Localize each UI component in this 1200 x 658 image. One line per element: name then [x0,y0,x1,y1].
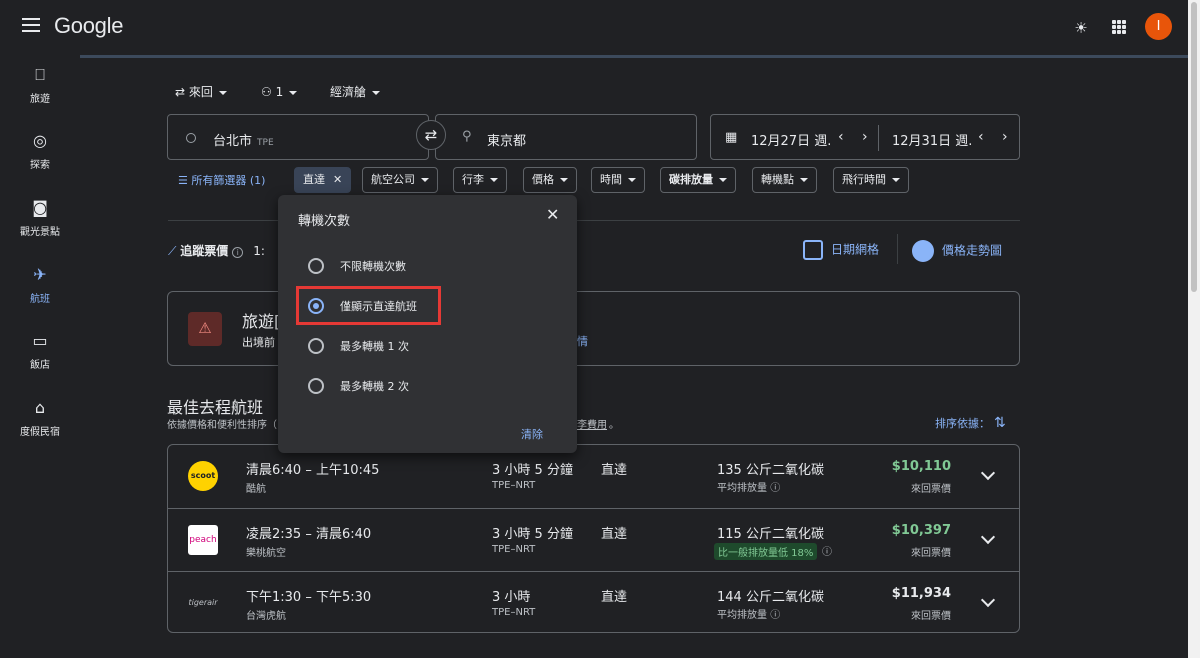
expand-chevron-icon[interactable] [980,592,996,608]
chip-duration[interactable]: 飛行時間 [833,167,909,193]
info-icon[interactable]: ⓘ [822,543,832,558]
sidebar-item-flights[interactable]: ✈ 航班 [0,265,80,306]
origin-circle-icon [186,133,196,143]
origin-field[interactable]: 台北市 TPE [167,114,429,160]
chip-bags[interactable]: 行李 [453,167,507,193]
trip-type-select[interactable]: ⇄ 來回 [175,84,227,100]
radio-button[interactable] [308,378,324,394]
caret-down-icon [372,90,381,95]
stops-popup: 轉機次數 ✕ 不限轉機次數 僅顯示直達航班 最多轉機 1 次 最多轉機 2 次 … [278,195,577,453]
section-title: 最佳去程航班 [167,398,264,417]
chip-price[interactable]: 價格 [523,167,577,193]
radio-button[interactable] [308,338,324,354]
flight-row[interactable]: tigerair 下午1:30 – 下午5:30 台灣虎航 3 小時 TPE–N… [168,571,1019,632]
sort-button[interactable]: 排序依據： ⇅ [935,415,1006,431]
baggage-fee-link[interactable]: 李費用。 [577,416,619,431]
depart-date[interactable]: 12月27日 週. [751,130,831,149]
caret-down-icon [490,178,498,182]
calendar-grid-icon [803,240,823,260]
home-icon: ⌂ [34,398,46,417]
price-graph-icon [912,240,934,262]
chip-connecting-airports[interactable]: 轉機點 [752,167,817,193]
caret-down-icon [719,178,727,182]
sort-icon: ⇅ [994,415,1006,431]
theme-icon[interactable]: ☀ [1072,19,1090,37]
prev-depart-icon[interactable]: ‹ [838,129,844,145]
expand-chevron-icon[interactable] [980,465,996,481]
notice-details-link[interactable]: 情 [577,333,588,349]
chip-stops[interactable]: 直達 ✕ [294,167,352,193]
swap-icon: ⇄ [424,126,438,144]
flight-list: scoot 清晨6:40 – 上午10:45 酷航 3 小時 5 分鐘 TPE–… [167,444,1020,633]
return-date[interactable]: 12月31日 週. [892,130,972,149]
flight-row[interactable]: peach 凌晨2:35 – 清晨6:40 樂桃航空 3 小時 5 分鐘 TPE… [168,508,1019,571]
caret-down-icon [421,178,429,182]
close-icon[interactable]: ✕ [333,173,342,186]
person-icon: ⚇ [261,85,276,99]
sidebar-item-attractions[interactable]: ◙ 觀光景點 [0,198,80,239]
top-bar: Google ☀ I [0,0,1188,56]
hotel-icon: ▭ [32,331,48,350]
google-logo[interactable]: Google [54,13,123,39]
caret-down-icon [289,90,298,95]
caret-down-icon [800,178,808,182]
progress-line [80,55,1188,58]
chip-airlines[interactable]: 航空公司 [362,167,438,193]
sidebar-item-hotels[interactable]: ▭ 飯店 [0,331,80,372]
destination-field[interactable]: ⚲ 東京都 [435,114,697,160]
highlight-box [296,286,441,325]
location-pin-icon: ⚲ [462,129,472,144]
flight-icon: ✈ [33,265,47,284]
info-icon[interactable]: i [232,247,244,258]
date-divider [878,125,879,151]
airline-logo-peach: peach [188,525,218,555]
cabin-select[interactable]: 經濟艙 [330,84,381,100]
date-field[interactable]: ▦ 12月27日 週. ‹ › 12月31日 週. ‹ › [710,114,1020,160]
luggage-icon: ⎕ [35,65,45,84]
prev-return-icon[interactable]: ‹ [978,129,984,145]
sidebar-item-travel[interactable]: ⎕ 旅遊 [0,65,80,106]
separator [897,234,898,264]
expand-chevron-icon[interactable] [980,529,996,545]
warning-icon: ⚠ [188,312,222,346]
info-icon[interactable]: ⓘ [770,610,780,621]
clear-button[interactable]: 清除 [521,426,543,442]
caret-down-icon [560,178,568,182]
next-return-icon[interactable]: › [1002,129,1008,145]
scrollbar-thumb[interactable] [1191,2,1197,292]
avatar[interactable]: I [1145,13,1172,40]
caret-down-icon [628,178,636,182]
filter-icon: ☰ [178,174,192,187]
sidebar-item-vacation-rentals[interactable]: ⌂ 度假民宿 [0,398,80,439]
next-depart-icon[interactable]: › [862,129,868,145]
scrollbar[interactable] [1188,0,1200,658]
apps-icon[interactable] [1112,20,1126,34]
camera-icon: ◙ [32,198,48,217]
explore-icon: ◎ [33,131,47,150]
radio-button[interactable] [308,258,324,274]
swap-button[interactable]: ⇄ [416,120,446,150]
swap-arrows-icon: ⇄ [175,85,189,99]
caret-down-icon [218,90,227,95]
trend-icon: ⟋ [168,244,181,258]
airline-logo-tigerair: tigerair [188,598,218,607]
track-prices[interactable]: ⟋ 追蹤票價 i 1: [168,242,265,259]
chip-emissions[interactable]: 碳排放量 [660,167,736,193]
calendar-icon: ▦ [725,130,738,145]
airline-logo-scoot: scoot [188,461,218,491]
passengers-select[interactable]: ⚇ 1 [261,84,298,100]
section-subtitle: 依據價格和便利性排序（ [167,420,277,431]
price-graph-button[interactable]: 價格走勢圖 [912,240,1002,262]
close-icon[interactable]: ✕ [546,207,559,223]
menu-icon[interactable] [22,18,40,32]
all-filters-button[interactable]: ☰ 所有篩選器 (1) [178,172,265,188]
caret-down-icon [892,178,900,182]
date-grid-button[interactable]: 日期網格 [803,240,879,260]
chip-times[interactable]: 時間 [591,167,645,193]
sidebar-item-explore[interactable]: ◎ 探索 [0,131,80,172]
info-icon[interactable]: ⓘ [770,483,780,494]
flight-row[interactable]: scoot 清晨6:40 – 上午10:45 酷航 3 小時 5 分鐘 TPE–… [168,445,1019,508]
